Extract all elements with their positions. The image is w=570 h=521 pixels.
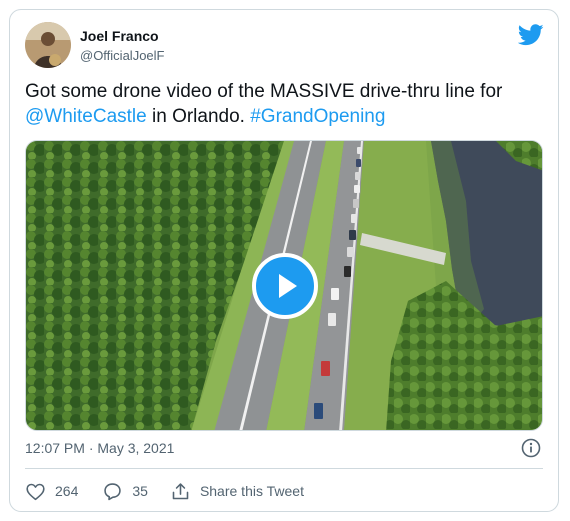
video-thumbnail[interactable]: [25, 140, 543, 431]
reply-count: 35: [132, 483, 148, 499]
avatar[interactable]: [25, 22, 71, 68]
reply-button[interactable]: 35: [102, 481, 148, 502]
mention-link[interactable]: @WhiteCastle: [25, 106, 147, 127]
share-icon: [172, 482, 189, 499]
tweet-card[interactable]: Joel Franco @OfficialJoelF Got some dron…: [9, 9, 559, 512]
twitter-bird-icon[interactable]: [517, 24, 544, 46]
tweet-text: Got some drone video of the MASSIVE driv…: [25, 79, 545, 129]
share-button[interactable]: Share this Tweet: [170, 481, 304, 502]
share-label: Share this Tweet: [199, 483, 304, 499]
tweet-timestamp[interactable]: 12:07 PM · May 3, 2021: [25, 440, 174, 456]
heart-icon: [26, 483, 45, 500]
author-name[interactable]: Joel Franco: [80, 28, 159, 44]
play-button[interactable]: [252, 253, 318, 319]
play-icon: [279, 274, 297, 298]
divider: [25, 468, 543, 469]
like-count: 264: [55, 483, 79, 499]
info-icon[interactable]: [521, 438, 541, 458]
author-handle[interactable]: @OfficialJoelF: [80, 48, 164, 63]
hashtag-link[interactable]: #GrandOpening: [250, 106, 385, 127]
action-bar: 264 35 Share this Tweet: [25, 478, 304, 504]
like-button[interactable]: 264: [25, 481, 78, 502]
reply-bubble-icon: [104, 482, 122, 500]
tweet-text-line1: Got some drone video of the MASSIVE driv…: [25, 81, 503, 102]
tweet-text-middle: in Orlando.: [146, 106, 251, 127]
